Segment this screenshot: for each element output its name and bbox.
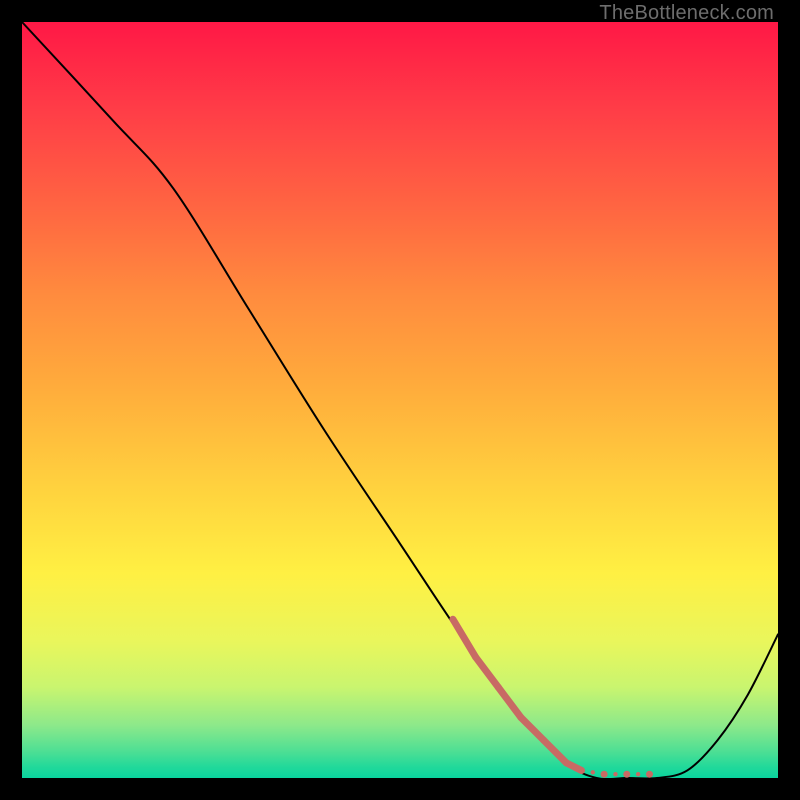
chart-svg [22,22,778,778]
chart-plot-area [22,22,778,778]
bottleneck-curve-line [22,22,778,779]
ideal-range-marker [453,619,653,777]
chart-frame: TheBottleneck.com [0,0,800,800]
